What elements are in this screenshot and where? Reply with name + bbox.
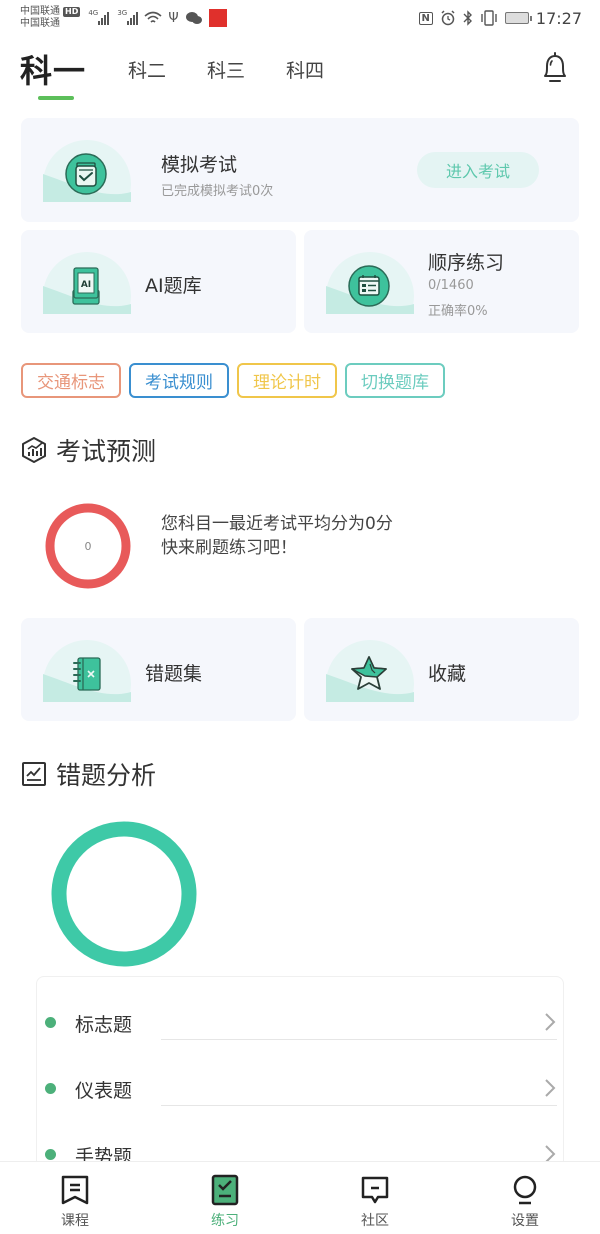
- nav-practice[interactable]: 练习: [150, 1162, 300, 1234]
- signal-3g-icon: 3G: [117, 9, 139, 25]
- quick-links: 交通标志 考试规则 理论计时 切换题库: [21, 363, 445, 398]
- notebook-icon: [73, 657, 101, 691]
- nav-settings[interactable]: 设置: [450, 1162, 600, 1234]
- category-dot: [45, 1017, 56, 1028]
- ai-book-icon: AI: [72, 267, 100, 305]
- chat-icon: [361, 1176, 389, 1204]
- nav-label: 练习: [211, 1213, 239, 1229]
- mock-exam-title: 模拟考试: [161, 154, 238, 176]
- ai-bank-title: AI题库: [145, 275, 202, 297]
- chevron-right-icon: [545, 1079, 556, 1097]
- list-item-sign-questions[interactable]: 标志题: [37, 985, 565, 1051]
- calendar-list-icon: [348, 265, 390, 307]
- category-dot: [45, 1149, 56, 1160]
- ai-question-bank-card[interactable]: AI AI题库: [21, 230, 296, 333]
- divider: [161, 1105, 557, 1106]
- subject-tabs: 科一 科二 科三 科四: [0, 42, 600, 102]
- trend-chart-icon: [22, 762, 46, 786]
- clock: 17:27: [535, 8, 582, 28]
- signal-4g-icon: 4G: [88, 9, 110, 25]
- carrier-2: 中国联通: [20, 18, 60, 29]
- chip-exam-rules[interactable]: 考试规则: [129, 363, 229, 398]
- favorites-icon-backdrop: [326, 640, 414, 702]
- chevron-right-icon: [545, 1013, 556, 1031]
- status-right: N 17:27: [418, 8, 582, 28]
- list-item-instrument-questions[interactable]: 仪表题: [37, 1051, 565, 1117]
- prediction-section-title: 考试预测: [20, 432, 156, 468]
- tab-subject-1[interactable]: 科一: [20, 42, 86, 96]
- analysis-section-title: 错题分析: [20, 756, 156, 792]
- divider: [161, 1039, 557, 1040]
- wrong-set-icon-backdrop: [43, 640, 131, 702]
- battery-charging-icon: [504, 12, 532, 24]
- analysis-category-list: 标志题 仪表题 手势题: [36, 976, 564, 1176]
- nav-courses[interactable]: 课程: [0, 1162, 150, 1234]
- nav-label: 社区: [361, 1213, 389, 1229]
- carrier-1: 中国联通: [20, 6, 60, 17]
- wrong-set-title: 错题集: [145, 663, 203, 685]
- chip-switch-bank[interactable]: 切换题库: [345, 363, 445, 398]
- enter-exam-button[interactable]: 进入考试: [417, 152, 539, 188]
- exam-check-icon: [65, 153, 107, 195]
- ai-bank-icon-backdrop: AI: [43, 252, 131, 314]
- prediction-title: 考试预测: [56, 437, 157, 466]
- settings-icon: [513, 1175, 537, 1205]
- favorites-card[interactable]: 收藏: [304, 618, 579, 721]
- mock-exam-icon-backdrop: [43, 140, 131, 202]
- nfc-icon: N: [418, 11, 433, 25]
- prediction-message: 您科目一最近考试平均分为0分 快来刷题练习吧！: [161, 512, 393, 560]
- app-notification-icon: [208, 9, 227, 27]
- sequential-icon-backdrop: [326, 252, 414, 314]
- analysis-donut-chart: [51, 821, 197, 967]
- star-icon: [351, 656, 387, 690]
- category-dot: [45, 1083, 56, 1094]
- vibrate-icon: [481, 10, 497, 26]
- category-label: 标志题: [75, 1014, 133, 1036]
- status-left: 中国联通 HD 中国联通 4G 3G Ψ: [20, 6, 227, 30]
- category-label: 仪表题: [75, 1080, 133, 1102]
- chip-traffic-signs[interactable]: 交通标志: [21, 363, 121, 398]
- active-tab-indicator: [38, 96, 74, 100]
- analysis-title: 错题分析: [56, 761, 157, 790]
- hd-badge: HD: [63, 7, 81, 17]
- prediction-score: 0: [84, 539, 92, 553]
- sequential-progress: 0/1460: [428, 278, 474, 293]
- tab-subject-3[interactable]: 科三: [207, 42, 245, 96]
- usb-icon: Ψ: [168, 10, 179, 26]
- mock-exam-subtitle: 已完成模拟考试0次: [161, 184, 274, 199]
- tab-subject-2[interactable]: 科二: [128, 42, 166, 96]
- bottom-navigation: 课程 练习 社区 设置: [0, 1161, 600, 1234]
- bookmark-icon: [61, 1175, 89, 1205]
- chart-hexagon-icon: [22, 437, 46, 463]
- chip-theory-timer[interactable]: 理论计时: [237, 363, 337, 398]
- prediction-line-1: 您科目一最近考试平均分为0分: [161, 514, 393, 534]
- nav-label: 设置: [511, 1213, 539, 1229]
- sequential-accuracy: 正确率0%: [428, 304, 488, 319]
- nav-community[interactable]: 社区: [300, 1162, 450, 1234]
- wifi-icon: [144, 11, 162, 23]
- sequential-title: 顺序练习: [428, 252, 505, 274]
- practice-icon: [211, 1174, 239, 1206]
- mock-exam-card[interactable]: 模拟考试 已完成模拟考试0次 进入考试: [21, 118, 579, 222]
- status-bar: 中国联通 HD 中国联通 4G 3G Ψ N 17:27: [0, 0, 600, 36]
- tab-subject-4[interactable]: 科四: [286, 42, 324, 96]
- bluetooth-icon: [463, 10, 472, 26]
- svg-text:AI: AI: [81, 280, 91, 290]
- prediction-line-2: 快来刷题练习吧！: [161, 538, 297, 558]
- favorites-title: 收藏: [428, 663, 467, 685]
- wrong-questions-card[interactable]: 错题集: [21, 618, 296, 721]
- alarm-icon: [441, 10, 455, 26]
- sequential-practice-card[interactable]: 顺序练习 0/1460 正确率0%: [304, 230, 579, 333]
- bell-icon[interactable]: [540, 50, 570, 86]
- nav-label: 课程: [61, 1213, 89, 1229]
- wechat-icon: [185, 12, 202, 24]
- carrier-info: 中国联通 HD 中国联通: [20, 6, 81, 30]
